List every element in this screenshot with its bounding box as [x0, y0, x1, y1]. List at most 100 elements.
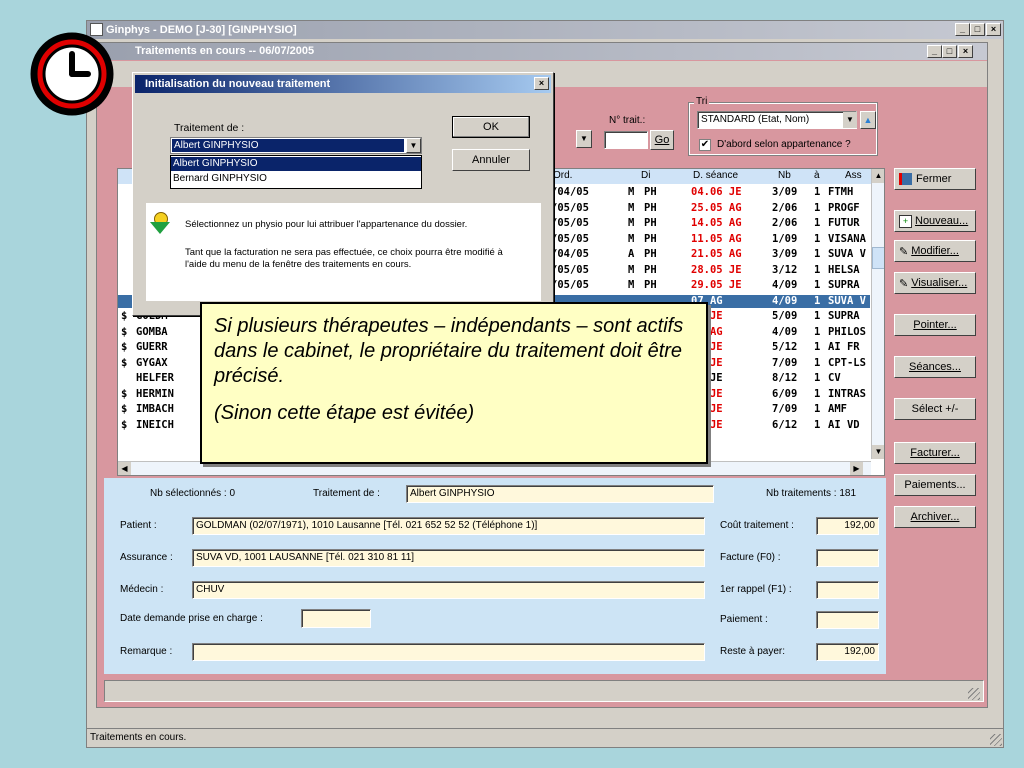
row-di-type: PH — [644, 217, 657, 229]
cout-field[interactable]: 192,00 — [816, 517, 879, 535]
row-nb: 8/12 — [772, 372, 798, 384]
medecin-field[interactable]: CHUV — [192, 581, 705, 599]
status-text: Traitements en cours. — [90, 732, 187, 743]
row-assurance: CPT-LS — [828, 356, 866, 369]
inner-minimize-button[interactable]: _ — [927, 45, 942, 58]
physio-dropdown-list: Albert GINPHYSIO Bernard GINPHYSIO — [170, 155, 422, 189]
minimize-button[interactable]: _ — [955, 23, 970, 36]
status-bar — [87, 728, 1003, 747]
row-assurance: PROGF — [828, 201, 860, 214]
remarque-field[interactable] — [192, 643, 705, 661]
patient-field[interactable]: GOLDMAN (02/07/1971), 1010 Lausanne [Tél… — [192, 517, 705, 535]
row-nb: 4/09 — [772, 325, 798, 338]
header-nb[interactable]: Nb — [778, 170, 791, 181]
clock-icon — [26, 32, 122, 116]
tri-select[interactable]: STANDARD (Etat, Nom) — [697, 111, 857, 129]
inner-close-button[interactable]: × — [958, 45, 973, 58]
pencil-icon: ✎ — [899, 245, 909, 258]
close-button[interactable]: × — [986, 23, 1001, 36]
n-trait-input[interactable] — [604, 131, 648, 149]
inner-resize-grip-icon[interactable] — [968, 688, 980, 700]
facture-field[interactable] — [816, 549, 879, 567]
row-a: 1 — [814, 279, 821, 291]
go-button[interactable]: Go — [650, 130, 674, 150]
row-seance-date: 11.05 AG — [691, 232, 742, 245]
paiement-label: Paiement : — [720, 614, 768, 625]
row-di-type: PH — [644, 263, 657, 276]
row-di-type: PH — [644, 201, 657, 214]
visualiser-button[interactable]: ✎ Visualiser... — [894, 272, 976, 294]
archiver-button[interactable]: Archiver... — [894, 506, 976, 528]
row-di-code: M — [628, 217, 635, 229]
pointer-button[interactable]: Pointer... — [894, 314, 976, 336]
header-date[interactable]: D. séance — [693, 170, 738, 181]
header-ord[interactable]: Ord. — [553, 170, 572, 181]
row-di-code: M — [628, 263, 635, 276]
scroll-thumb[interactable] — [872, 247, 884, 269]
row-nb: 7/09 — [772, 356, 798, 369]
physio-option[interactable]: Bernard GINPHYSIO — [171, 172, 421, 186]
fermer-button[interactable]: Fermer — [894, 168, 976, 190]
scroll-left-icon[interactable]: ◀ — [118, 462, 131, 475]
filter-combo-arrow[interactable]: ▼ — [576, 130, 592, 148]
tri-select-arrow[interactable]: ▼ — [843, 112, 857, 128]
row-assurance: INTRAS — [828, 387, 866, 400]
row-assurance: FUTUR — [828, 217, 860, 229]
paiement-field[interactable] — [816, 611, 879, 629]
traitement-field[interactable]: Albert GINPHYSIO — [406, 485, 714, 503]
scroll-right-icon[interactable]: ▶ — [850, 462, 863, 475]
row-assurance: VISANA — [828, 232, 866, 245]
row-assurance: SUVA V — [828, 294, 866, 307]
header-di[interactable]: Di — [641, 170, 650, 181]
row-assurance: FTMH — [828, 186, 854, 198]
maximize-button[interactable]: □ — [970, 23, 985, 36]
row-di-type: PH — [644, 279, 657, 291]
paiements-button[interactable]: Paiements... — [894, 474, 976, 496]
date-demande-field[interactable] — [301, 609, 371, 628]
nouveau-button[interactable]: + Nouveau... — [894, 210, 976, 232]
row-a: 1 — [814, 356, 821, 369]
select-toggle-button[interactable]: Sélect +/- — [894, 398, 976, 420]
exit-icon — [899, 173, 912, 185]
row-dollar-sign: $ — [121, 403, 128, 415]
row-di-code: M — [628, 279, 635, 291]
seances-button[interactable]: Séances... — [894, 356, 976, 378]
assurance-field[interactable]: SUVA VD, 1001 LAUSANNE [Tél. 021 310 81 … — [192, 549, 705, 567]
rappel-field[interactable] — [816, 581, 879, 599]
row-assurance: CV — [828, 372, 841, 384]
ok-button[interactable]: OK — [452, 116, 530, 138]
new-icon: + — [899, 214, 912, 228]
row-a: 1 — [814, 372, 821, 384]
row-dollar-sign: $ — [121, 325, 128, 338]
resize-grip-icon[interactable] — [990, 734, 1002, 746]
header-a[interactable]: à — [814, 170, 820, 181]
scroll-up-icon[interactable]: ▲ — [872, 169, 884, 183]
scroll-down-icon[interactable]: ▼ — [872, 445, 884, 459]
physio-option[interactable]: Albert GINPHYSIO — [171, 157, 421, 171]
physio-combo[interactable]: Albert GINPHYSIO ▼ — [170, 137, 422, 154]
row-ord-date: /05/05 — [551, 217, 589, 229]
row-patient-name: HELFER — [136, 372, 174, 384]
header-ass[interactable]: Ass — [845, 170, 862, 181]
physio-combo-value: Albert GINPHYSIO — [172, 139, 404, 152]
row-di-code: A — [628, 248, 635, 260]
inner-maximize-button[interactable]: □ — [942, 45, 957, 58]
belonging-checkbox[interactable]: ✔ — [699, 139, 711, 151]
facturer-button[interactable]: Facturer... — [894, 442, 976, 464]
table-vscroll[interactable]: ▲ ▼ — [871, 169, 884, 459]
row-ord-date: /04/05 — [551, 186, 589, 198]
row-nb: 3/09 — [772, 248, 798, 260]
row-di-code: M — [628, 201, 635, 214]
row-ord-date: /04/05 — [551, 248, 589, 260]
combo-arrow-icon[interactable]: ▼ — [406, 138, 421, 153]
dialog-close-button[interactable]: × — [534, 77, 549, 90]
row-a: 1 — [814, 232, 821, 245]
reste-field[interactable]: 192,00 — [816, 643, 879, 661]
row-patient-name: GUERR — [136, 341, 168, 353]
row-patient-name: IMBACH — [136, 403, 174, 415]
row-a: 1 — [814, 294, 821, 307]
row-assurance: AI FR — [828, 341, 860, 353]
cancel-button[interactable]: Annuler — [452, 149, 530, 171]
modifier-button[interactable]: ✎ Modifier... — [894, 240, 976, 262]
sort-ascending-icon[interactable]: ▲ — [860, 111, 876, 129]
